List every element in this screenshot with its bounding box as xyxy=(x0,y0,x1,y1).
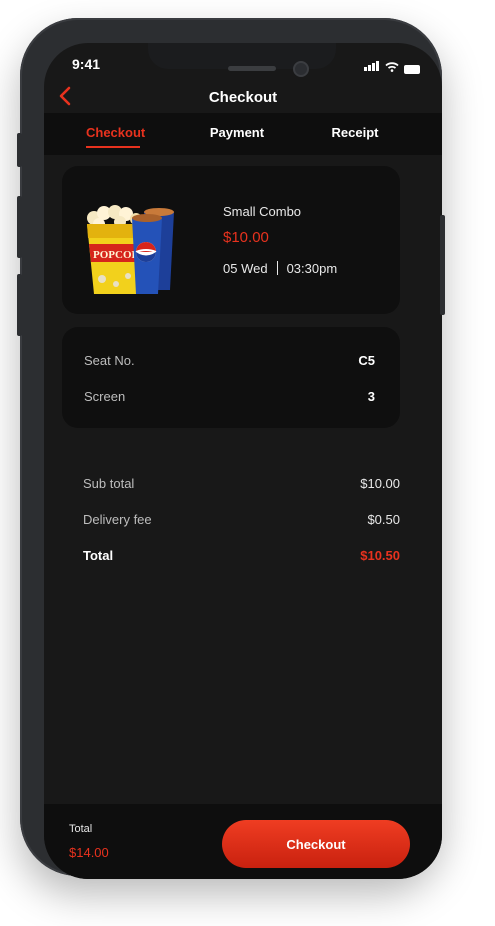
divider xyxy=(276,261,278,275)
item-time: 03:30pm xyxy=(286,261,338,276)
status-icons xyxy=(364,58,420,74)
item-schedule: 05 Wed 03:30pm xyxy=(223,261,337,276)
tab-bar: Checkout Payment Receipt xyxy=(44,113,442,155)
combo-card: POPCOR Small Combo $10.00 05 Wed 03:30pm xyxy=(62,166,400,314)
seat-value: C5 xyxy=(358,353,375,368)
header: Checkout xyxy=(44,85,442,115)
active-tab-indicator xyxy=(86,146,140,148)
phone-frame: 9:41 Checkout Checkout Payment Receipt P… xyxy=(20,18,442,879)
tab-checkout[interactable]: Checkout xyxy=(86,125,145,140)
signal-icon xyxy=(364,58,380,74)
checkout-button[interactable]: Checkout xyxy=(222,820,410,868)
subtotal-value: $10.00 xyxy=(360,476,400,491)
delivery-fee-value: $0.50 xyxy=(367,512,400,527)
tab-payment[interactable]: Payment xyxy=(207,125,267,140)
mute-switch xyxy=(17,133,22,167)
item-price: $10.00 xyxy=(223,229,269,246)
svg-text:POPCOR: POPCOR xyxy=(93,249,140,261)
seat-label: Seat No. xyxy=(84,353,135,368)
item-name: Small Combo xyxy=(223,204,302,219)
seat-card: Seat No. C5 Screen 3 xyxy=(62,327,400,428)
volume-up-button xyxy=(17,196,22,258)
subtotal-label: Sub total xyxy=(83,476,135,491)
footer-total-value: $14.00 xyxy=(69,845,109,860)
status-time: 9:41 xyxy=(72,56,101,72)
status-bar: 9:41 xyxy=(44,56,442,74)
checkout-footer: Total $14.00 Checkout xyxy=(44,804,442,879)
tab-receipt[interactable]: Receipt xyxy=(329,125,381,140)
app-screen: 9:41 Checkout Checkout Payment Receipt P… xyxy=(44,43,442,879)
total-value: $10.50 xyxy=(360,548,400,563)
item-date: 05 Wed xyxy=(223,261,268,276)
footer-total-label: Total xyxy=(69,823,93,835)
delivery-fee-label: Delivery fee xyxy=(83,512,152,527)
battery-icon xyxy=(404,65,420,74)
volume-down-button xyxy=(17,274,22,336)
wifi-icon xyxy=(385,62,399,74)
screen-value: 3 xyxy=(367,389,375,404)
total-label: Total xyxy=(83,548,114,563)
power-button xyxy=(440,215,445,315)
page-title: Checkout xyxy=(208,89,278,106)
screen-label: Screen xyxy=(84,389,126,404)
popcorn-pepsi-combo-image: POPCOR xyxy=(87,205,174,294)
